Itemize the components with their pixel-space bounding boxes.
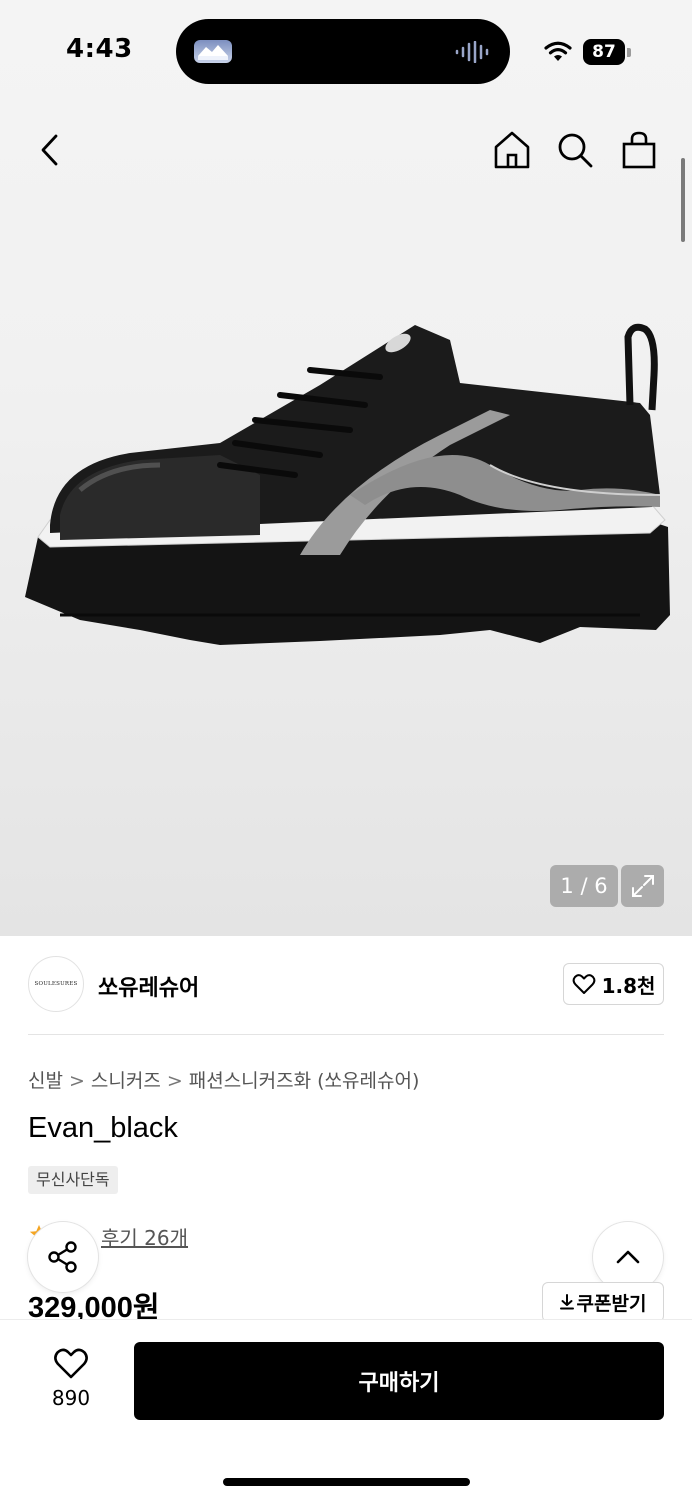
chevron-right-icon: > xyxy=(166,1070,183,1092)
product-image-gallery[interactable]: 4:43 87 1 / 6 xyxy=(0,0,692,936)
expand-icon xyxy=(631,875,654,897)
now-playing-thumbnail xyxy=(194,40,232,63)
wifi-icon xyxy=(544,41,572,61)
divider xyxy=(28,1034,664,1035)
dynamic-island xyxy=(176,19,510,84)
expand-image-button[interactable] xyxy=(621,865,664,907)
audio-wave-icon xyxy=(455,41,489,63)
brand-like-count: 1.8천 xyxy=(601,973,656,998)
wishlist-count: 890 xyxy=(51,1386,91,1410)
chevron-up-icon xyxy=(616,1250,640,1264)
product-title: Evan_black xyxy=(28,1112,178,1144)
bottom-action-bar: 890 구매하기 xyxy=(0,1319,692,1500)
exclusive-badge: 무신사단독 xyxy=(28,1166,118,1194)
breadcrumb-item[interactable]: 신발 xyxy=(28,1070,63,1092)
coupon-label: 쿠폰받기 xyxy=(576,1292,647,1315)
buy-button[interactable]: 구매하기 xyxy=(134,1342,664,1420)
brand-name[interactable]: 쏘유레슈어 xyxy=(98,970,199,1002)
brand-logo[interactable]: SOULESURES xyxy=(28,956,84,1012)
scroll-indicator xyxy=(681,158,685,242)
heart-icon xyxy=(572,974,595,994)
status-time: 4:43 xyxy=(66,34,133,64)
review-link[interactable]: 후기 26개 xyxy=(101,1222,188,1251)
wishlist-button[interactable]: 890 xyxy=(36,1346,106,1426)
home-indicator xyxy=(223,1478,470,1486)
shopping-bag-button[interactable] xyxy=(617,128,661,172)
breadcrumb: 신발 > 스니커즈 > 패션스니커즈화 (쏘유레슈어) xyxy=(28,1066,419,1093)
image-counter: 1 / 6 xyxy=(550,865,618,907)
breadcrumb-item[interactable]: 패션스니커즈화 (쏘유레슈어) xyxy=(189,1070,420,1092)
battery-level: 87 xyxy=(583,39,625,65)
search-icon xyxy=(558,133,593,168)
share-button[interactable] xyxy=(28,1222,98,1292)
coupon-button[interactable]: 쿠폰받기 xyxy=(542,1282,664,1322)
breadcrumb-item[interactable]: 스니커즈 xyxy=(91,1070,161,1092)
back-button[interactable] xyxy=(28,128,72,172)
download-icon xyxy=(559,1294,574,1310)
shopping-bag-icon xyxy=(622,131,656,169)
home-icon xyxy=(494,131,530,169)
brand-like-button[interactable]: 1.8천 xyxy=(563,963,664,1005)
product-image xyxy=(25,323,670,645)
heart-icon xyxy=(54,1348,88,1379)
share-icon xyxy=(48,1241,77,1273)
brand-row: SOULESURES 쏘유레슈어 1.8천 xyxy=(28,956,664,1014)
search-button[interactable] xyxy=(553,128,597,172)
back-arrow-icon xyxy=(41,134,58,166)
chevron-right-icon: > xyxy=(68,1070,85,1092)
home-button[interactable] xyxy=(490,128,534,172)
battery-icon: 87 xyxy=(583,39,631,65)
